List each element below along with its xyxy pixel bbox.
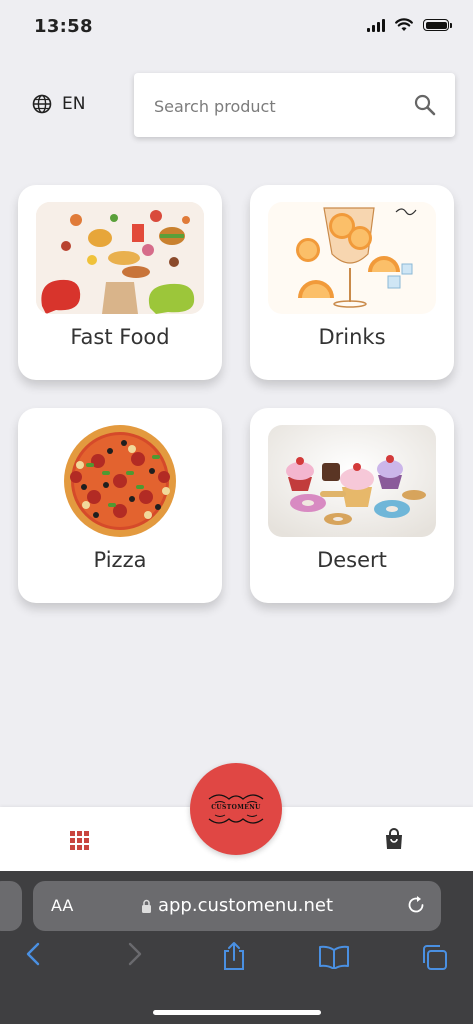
browser-toolbar <box>0 941 473 981</box>
bookmarks-icon[interactable] <box>318 945 350 969</box>
reload-icon[interactable] <box>405 894 427 916</box>
search-icon[interactable] <box>413 93 437 117</box>
forward-icon[interactable] <box>126 941 144 967</box>
home-indicator <box>153 1010 321 1015</box>
shopping-bag-icon[interactable] <box>384 828 404 850</box>
wifi-icon <box>395 18 413 31</box>
status-bar: 13:58 <box>0 0 473 56</box>
category-label: Pizza <box>93 548 147 572</box>
category-card-drinks[interactable]: Drinks <box>250 185 454 380</box>
signal-icon <box>367 18 385 32</box>
browser-chrome: AA app.customenu.net <box>0 871 473 1024</box>
category-card-pizza[interactable]: Pizza <box>18 408 222 603</box>
search-input[interactable] <box>152 91 396 121</box>
category-card-desert[interactable]: Desert <box>250 408 454 603</box>
url-text: app.customenu.net <box>157 895 334 916</box>
back-icon[interactable] <box>24 941 42 967</box>
share-icon[interactable] <box>221 941 247 971</box>
battery-icon <box>423 19 452 31</box>
category-label: Drinks <box>318 325 386 349</box>
drinks-image <box>268 202 436 314</box>
address-bar[interactable]: AA app.customenu.net <box>33 881 441 931</box>
customenu-logo-text: CUSTOMENU <box>211 804 261 811</box>
menu-grid-icon[interactable] <box>70 831 89 850</box>
desert-image <box>268 425 436 537</box>
category-card-fast-food[interactable]: Fast Food <box>18 185 222 380</box>
lock-icon <box>141 899 151 913</box>
tabs-icon[interactable] <box>420 943 448 971</box>
fast-food-image <box>36 202 204 314</box>
url-display[interactable]: app.customenu.net <box>33 895 441 916</box>
language-selector[interactable]: EN <box>32 94 85 114</box>
search-box <box>134 73 455 137</box>
previous-tab-preview[interactable] <box>0 881 22 931</box>
pizza-image <box>36 425 204 537</box>
globe-icon <box>32 94 52 114</box>
language-label: EN <box>62 94 86 114</box>
category-label: Fast Food <box>70 325 170 349</box>
status-icons <box>367 18 452 32</box>
status-time: 13:58 <box>34 16 93 37</box>
category-label: Desert <box>317 548 387 572</box>
